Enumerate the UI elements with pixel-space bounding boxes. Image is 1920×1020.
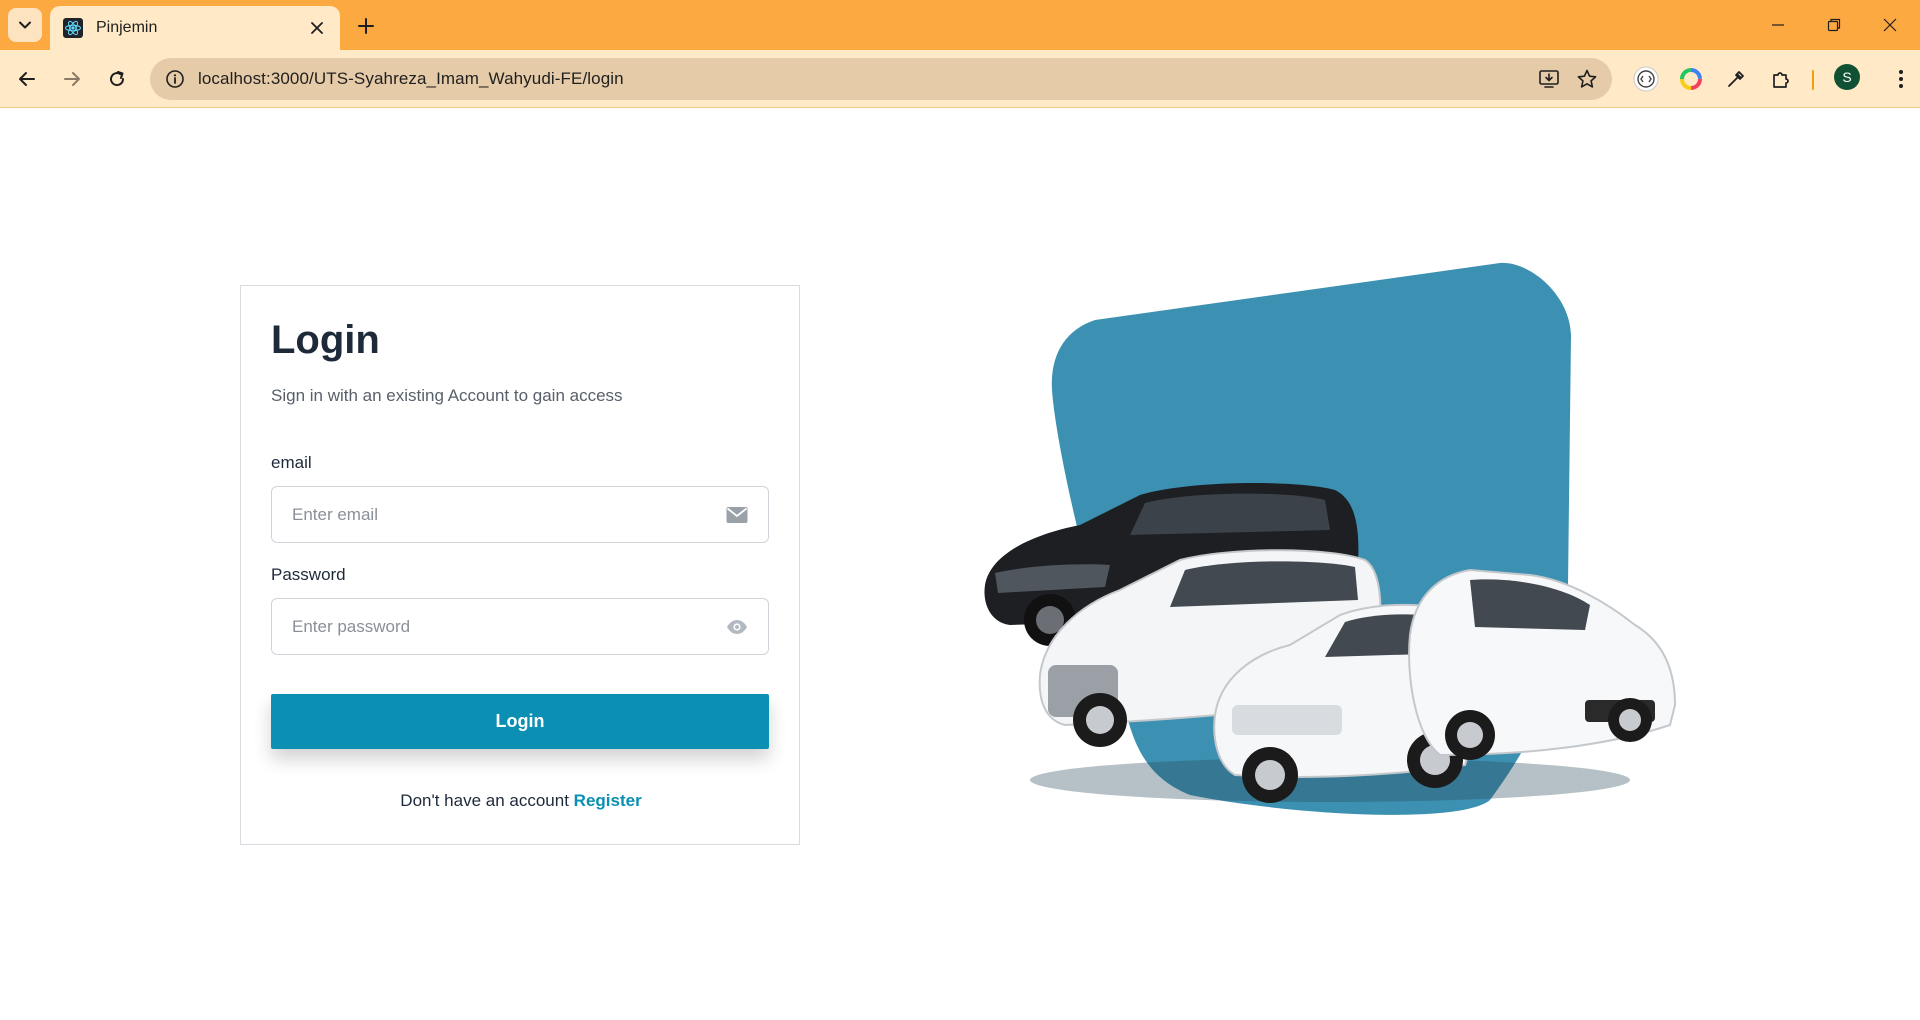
url-text: localhost:3000/UTS-Syahreza_Imam_Wahyudi… (198, 69, 624, 89)
reload-button[interactable] (100, 62, 134, 96)
extensions-puzzle-icon[interactable] (1764, 62, 1798, 96)
cars-image (984, 262, 1677, 815)
login-subtitle: Sign in with an existing Account to gain… (271, 386, 623, 405)
site-info-icon[interactable] (154, 58, 196, 100)
chevron-down-icon (19, 21, 31, 29)
arrow-right-icon (64, 72, 80, 86)
eye-icon[interactable] (724, 614, 750, 640)
tab-close-icon[interactable] (306, 17, 328, 39)
login-card: Login Sign in with an existing Account t… (240, 285, 800, 845)
profile-avatar[interactable]: S (1834, 64, 1860, 90)
password-field-wrapper (271, 598, 769, 655)
browser-toolbar: localhost:3000/UTS-Syahreza_Imam_Wahyudi… (0, 50, 1920, 108)
close-window-button[interactable] (1870, 8, 1910, 42)
envelope-icon (724, 502, 750, 528)
minimize-icon (1772, 24, 1784, 26)
password-label: Password (271, 565, 346, 584)
page-title: Login (271, 318, 380, 362)
register-prompt: Don't have an account Register (241, 791, 801, 811)
tab-title: Pinjemin (96, 19, 158, 36)
bookmark-star-icon[interactable] (1570, 62, 1604, 96)
cars-illustration (970, 255, 1690, 835)
install-app-icon[interactable] (1532, 62, 1566, 96)
login-button[interactable]: Login (271, 694, 769, 749)
restore-icon (1827, 18, 1841, 32)
url-host: localhost (198, 69, 266, 88)
extension-code-icon[interactable] (1629, 62, 1663, 96)
react-logo-icon (62, 17, 84, 39)
email-label: email (271, 453, 312, 472)
menu-kebab-icon[interactable] (1884, 62, 1918, 96)
plus-icon (358, 18, 374, 34)
reload-icon (110, 71, 125, 87)
new-tab-button[interactable] (352, 12, 380, 40)
register-link[interactable]: Register (574, 791, 642, 810)
extension-color-icon[interactable] (1674, 62, 1708, 96)
eyedropper-icon[interactable] (1719, 62, 1753, 96)
close-icon (1883, 18, 1897, 32)
password-field[interactable] (292, 616, 724, 637)
arrow-left-icon (19, 72, 35, 86)
address-bar[interactable]: localhost:3000/UTS-Syahreza_Imam_Wahyudi… (150, 58, 1612, 100)
browser-tab-active[interactable]: Pinjemin (50, 6, 340, 50)
register-prompt-text: Don't have an account (400, 791, 569, 810)
forward-button[interactable] (55, 62, 89, 96)
tab-strip: Pinjemin (0, 0, 1920, 50)
email-field-wrapper (271, 486, 769, 543)
minimize-button[interactable] (1758, 8, 1798, 42)
restore-button[interactable] (1814, 8, 1854, 42)
back-button[interactable] (10, 62, 44, 96)
toolbar-separator (1812, 70, 1814, 90)
url-path: :3000/UTS-Syahreza_Imam_Wahyudi-FE/login (266, 69, 624, 88)
tab-search-button[interactable] (8, 8, 42, 42)
white-hatchback-car (1408, 568, 1677, 760)
email-field[interactable] (292, 504, 724, 525)
